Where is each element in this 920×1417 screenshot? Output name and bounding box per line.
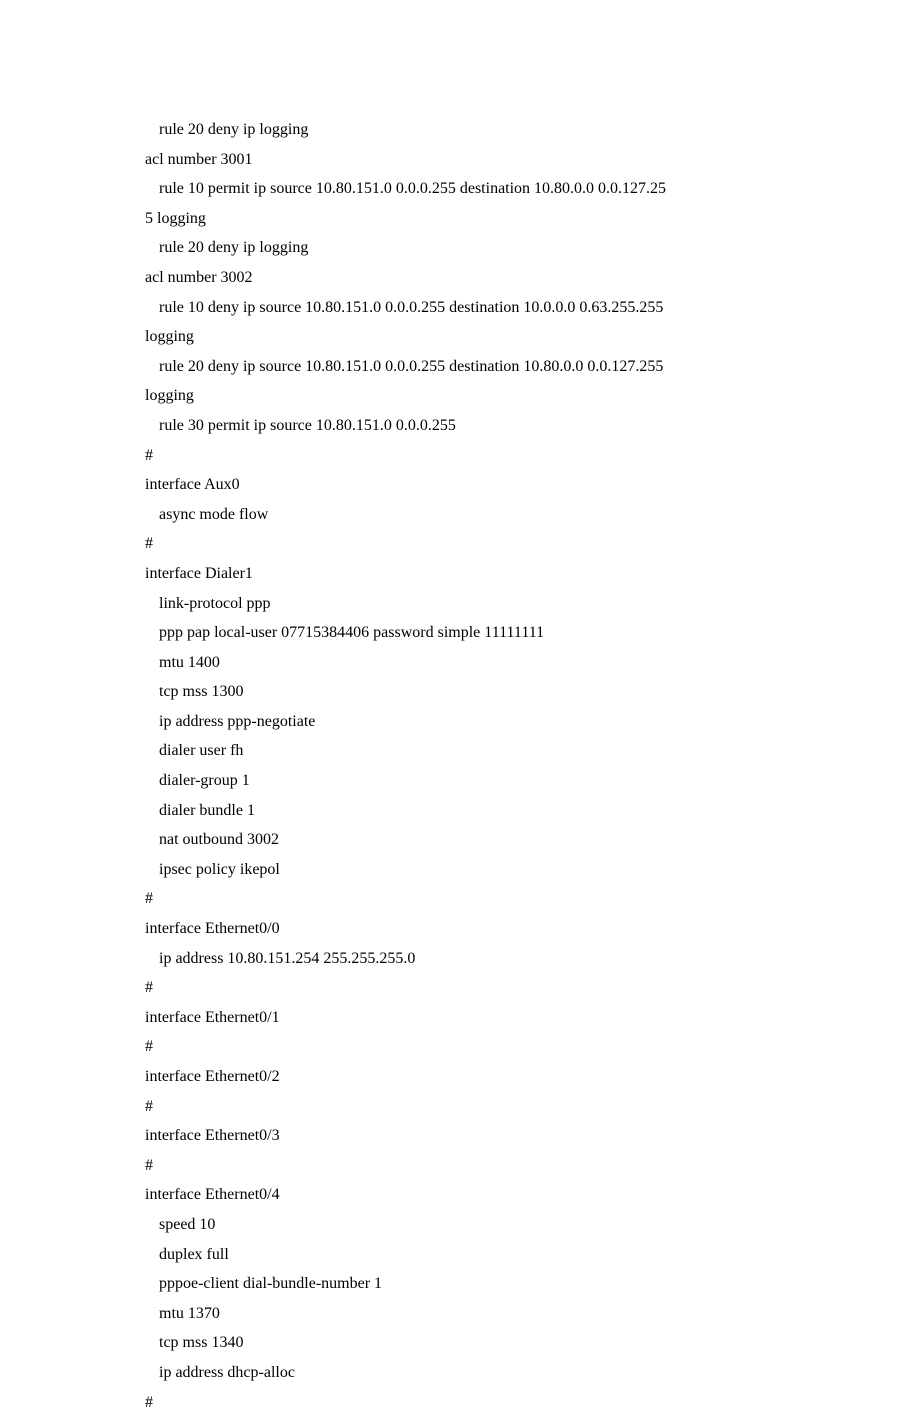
config-line: rule 30 permit ip source 10.80.151.0 0.0… bbox=[145, 411, 775, 441]
config-line: pppoe-client dial-bundle-number 1 bbox=[145, 1269, 775, 1299]
config-line: rule 20 deny ip logging bbox=[145, 233, 775, 263]
config-line: 5 logging bbox=[145, 204, 775, 234]
config-line: interface Dialer1 bbox=[145, 559, 775, 589]
config-line: rule 20 deny ip logging bbox=[145, 115, 775, 145]
config-line: rule 10 deny ip source 10.80.151.0 0.0.0… bbox=[145, 293, 775, 323]
config-line: # bbox=[145, 1092, 775, 1122]
config-line: interface Aux0 bbox=[145, 470, 775, 500]
config-line: # bbox=[145, 1032, 775, 1062]
config-line: interface Ethernet0/0 bbox=[145, 914, 775, 944]
config-line: # bbox=[145, 973, 775, 1003]
config-line: rule 20 deny ip source 10.80.151.0 0.0.0… bbox=[145, 352, 775, 382]
config-line: # bbox=[145, 884, 775, 914]
config-line: # bbox=[145, 1151, 775, 1181]
config-line: interface Ethernet0/4 bbox=[145, 1180, 775, 1210]
config-line: logging bbox=[145, 381, 775, 411]
config-line: nat outbound 3002 bbox=[145, 825, 775, 855]
config-line: async mode flow bbox=[145, 500, 775, 530]
config-line: dialer-group 1 bbox=[145, 766, 775, 796]
config-line: dialer user fh bbox=[145, 736, 775, 766]
config-line: ip address dhcp-alloc bbox=[145, 1358, 775, 1388]
config-line: acl number 3002 bbox=[145, 263, 775, 293]
config-line: duplex full bbox=[145, 1240, 775, 1270]
config-line: # bbox=[145, 529, 775, 559]
config-line: # bbox=[145, 441, 775, 471]
config-line: mtu 1400 bbox=[145, 648, 775, 678]
config-line: speed 10 bbox=[145, 1210, 775, 1240]
config-line: tcp mss 1300 bbox=[145, 677, 775, 707]
config-document: rule 20 deny ip loggingacl number 3001ru… bbox=[0, 0, 920, 1417]
config-line: acl number 3001 bbox=[145, 145, 775, 175]
config-line: interface Ethernet0/2 bbox=[145, 1062, 775, 1092]
config-line: interface Ethernet0/1 bbox=[145, 1003, 775, 1033]
config-line: ip address 10.80.151.254 255.255.255.0 bbox=[145, 944, 775, 974]
config-line: rule 10 permit ip source 10.80.151.0 0.0… bbox=[145, 174, 775, 204]
config-line: ppp pap local-user 07715384406 password … bbox=[145, 618, 775, 648]
config-line: interface Ethernet0/3 bbox=[145, 1121, 775, 1151]
config-line: mtu 1370 bbox=[145, 1299, 775, 1329]
config-line: dialer bundle 1 bbox=[145, 796, 775, 826]
config-line: ip address ppp-negotiate bbox=[145, 707, 775, 737]
config-line: tcp mss 1340 bbox=[145, 1328, 775, 1358]
config-line: # bbox=[145, 1388, 775, 1417]
config-line: ipsec policy ikepol bbox=[145, 855, 775, 885]
config-line: link-protocol ppp bbox=[145, 589, 775, 619]
config-line: logging bbox=[145, 322, 775, 352]
